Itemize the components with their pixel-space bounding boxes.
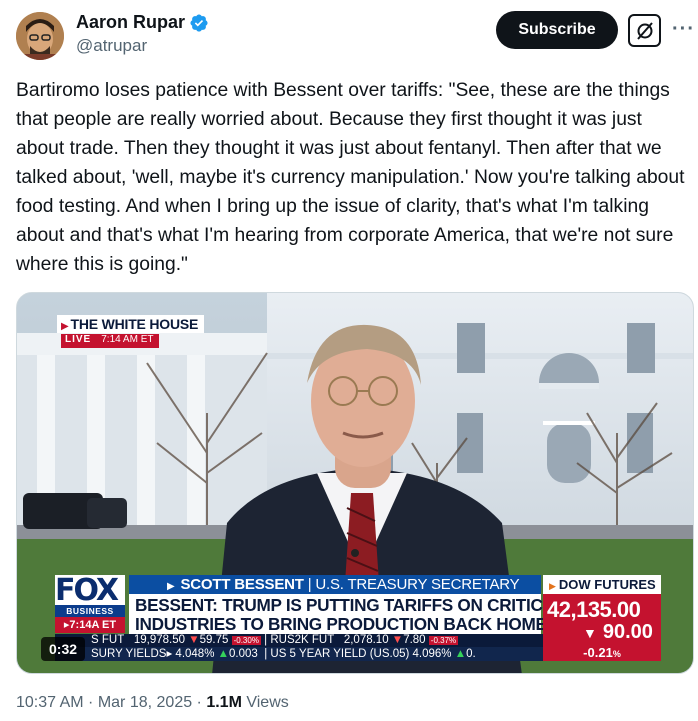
more-icon[interactable]: ··· — [672, 18, 695, 41]
ticker-row-1: S FUT 19,978.50 ▼59.75 -0.30% | RUS2K FU… — [55, 634, 543, 647]
ticker-row-2: SURY YIELDS▸ 4.048% ▲0.003 | US 5 YEAR Y… — [55, 647, 543, 661]
author-display-name[interactable]: Aaron Rupar — [76, 12, 185, 33]
fox-business-logo: FOX BUSINESS — [55, 573, 125, 617]
grok-button[interactable] — [628, 14, 661, 47]
author-name-row[interactable]: Aaron Rupar — [76, 12, 209, 33]
network-time: ▸7:14A ET — [55, 617, 125, 633]
views-label: Views — [246, 694, 289, 711]
location-label: ▶ THE WHITE HOUSE — [57, 315, 205, 333]
tweet-time[interactable]: 10:37 AM — [16, 694, 84, 711]
author-handle[interactable]: @atrupar — [76, 36, 147, 56]
verified-badge-icon — [190, 13, 208, 32]
avatar-photo — [16, 12, 64, 60]
tweet-date[interactable]: Mar 18, 2025 — [98, 694, 192, 711]
video-player[interactable]: ▶ THE WHITE HOUSE LIVE 7:14 AM ET FOX BUS… — [16, 292, 694, 674]
headline-banner: BESSENT: TRUMP IS PUTTING TARIFFS ON CRI… — [129, 594, 565, 634]
dow-futures-label: ▶ DOW FUTURES — [543, 575, 661, 594]
grok-icon — [636, 21, 653, 40]
views-count: 1.1M — [206, 694, 242, 711]
dow-futures-percent: -0.21% — [543, 645, 661, 661]
video-duration-badge: 0:32 — [41, 637, 86, 661]
live-indicator: LIVE 7:14 AM ET — [61, 334, 160, 348]
tweet-text: Bartiromo loses patience with Bessent ov… — [16, 80, 685, 275]
tweet-meta: 10:37 AM · Mar 18, 2025 · 1.1M Views — [16, 694, 289, 711]
subscribe-button[interactable]: Subscribe — [496, 11, 618, 49]
guest-name-bar: ▶ SCOTT BESSENT | U.S. TREASURY SECRETARY — [129, 575, 541, 594]
avatar[interactable] — [16, 12, 64, 60]
dow-futures-box: 42,135.00 ▼ 90.00 — [543, 594, 661, 651]
